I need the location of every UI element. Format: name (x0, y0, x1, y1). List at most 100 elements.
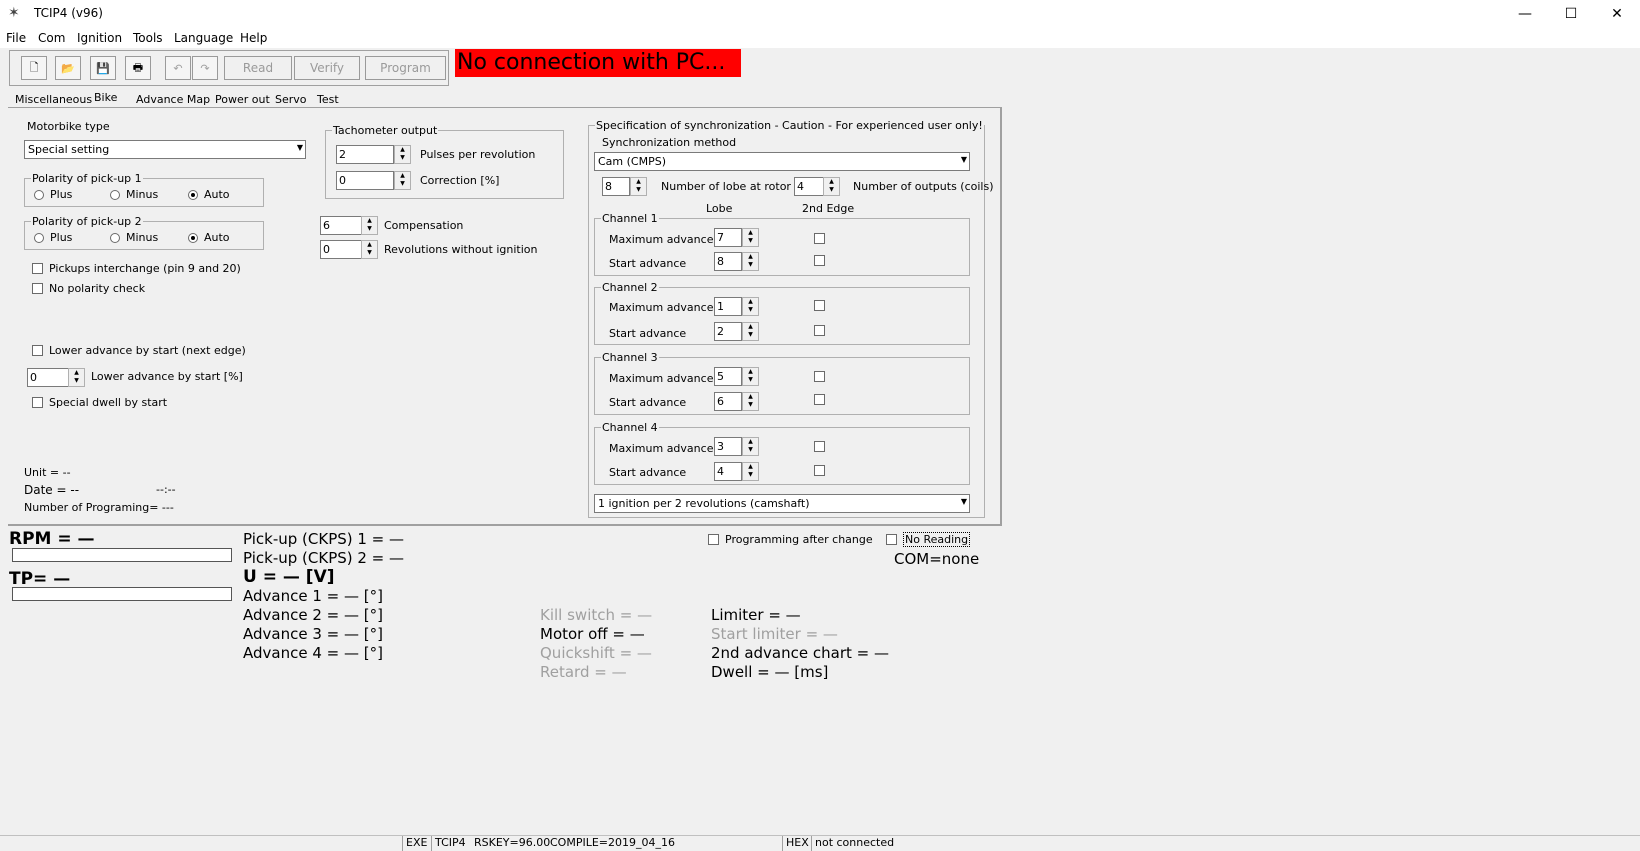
lower-advance-pct-label: Lower advance by start [%] (91, 370, 243, 383)
menu-ignition[interactable]: Ignition (77, 31, 122, 45)
channel-3-max-2nd-edge-checkbox[interactable] (814, 371, 825, 382)
no-polarity-check-checkbox[interactable] (32, 283, 43, 294)
channel-4-max-label: Maximum advance (609, 442, 714, 455)
voltage-readout: U = — [V] (243, 567, 335, 587)
lobe-column-header: Lobe (706, 202, 733, 215)
channel-4-max-2nd-edge-checkbox[interactable] (814, 441, 825, 452)
channel-1-start-label: Start advance (609, 257, 687, 270)
tab-servo[interactable]: Servo (275, 93, 307, 106)
channel-4-max-input[interactable]: 3 (714, 437, 742, 456)
sync-method-select[interactable]: Cam (CMPS) ▼ (594, 152, 970, 171)
special-dwell-checkbox[interactable] (32, 397, 43, 408)
polarity2-plus-radio[interactable] (34, 233, 44, 243)
channel-1-start-spinner[interactable]: ▲ ▼ (742, 252, 759, 271)
rpm-readout: RPM = — (9, 529, 95, 549)
pickups-interchange-checkbox[interactable] (32, 263, 43, 274)
channel-4-max-spinner[interactable]: ▲ ▼ (742, 437, 759, 456)
polarity2-auto-radio[interactable] (188, 233, 198, 243)
status-app-name: TCIP4 (431, 836, 471, 851)
tab-miscellaneous[interactable]: Miscellaneous (15, 93, 92, 106)
polarity1-minus-radio[interactable] (110, 190, 120, 200)
tp-bar (12, 587, 232, 601)
lower-advance-input[interactable]: 0 (27, 368, 69, 387)
tab-bike[interactable]: Bike (94, 91, 117, 104)
channel-2-max-spinner[interactable]: ▲ ▼ (742, 297, 759, 316)
tab-advance-map[interactable]: Advance Map (136, 93, 210, 106)
read-button[interactable]: Read (224, 56, 292, 80)
channel-3-max-input[interactable]: 5 (714, 367, 742, 386)
redo-icon[interactable]: ↷ (192, 56, 218, 80)
program-button[interactable]: Program (365, 56, 446, 80)
channel-3-max-spinner[interactable]: ▲ ▼ (742, 367, 759, 386)
no-reading-label: No Reading (903, 532, 971, 547)
print-icon[interactable]: 🖶 (125, 56, 151, 80)
channel-2-max-input[interactable]: 1 (714, 297, 742, 316)
channel-1-start-input[interactable]: 8 (714, 252, 742, 271)
advance-3-readout: Advance 3 = — [°] (243, 625, 383, 643)
new-icon[interactable]: 🗋 (21, 56, 47, 80)
advance-2-readout: Advance 2 = — [°] (243, 606, 383, 624)
compensation-spinner[interactable]: ▲ ▼ (361, 216, 378, 235)
channel-2-max-label: Maximum advance (609, 301, 714, 314)
maximize-button[interactable]: ☐ (1548, 0, 1594, 28)
close-button[interactable]: ✕ (1594, 0, 1640, 28)
channel-4-start-spinner[interactable]: ▲ ▼ (742, 462, 759, 481)
channel-3-start-spinner[interactable]: ▲ ▼ (742, 392, 759, 411)
no-reading-checkbox[interactable] (886, 534, 897, 545)
advance-1-readout: Advance 1 = — [°] (243, 587, 383, 605)
lobe-input[interactable]: 8 (602, 177, 630, 196)
outputs-label: Number of outputs (coils) (853, 180, 994, 193)
correction-spinner[interactable]: ▲ ▼ (394, 171, 411, 190)
menu-language[interactable]: Language (174, 31, 233, 45)
polarity2-minus-radio[interactable] (110, 233, 120, 243)
ignition-mode-select[interactable]: 1 ignition per 2 revolutions (camshaft) … (594, 494, 970, 513)
channel-4-start-input[interactable]: 4 (714, 462, 742, 481)
num-programing-label: Number of Programing= --- (24, 501, 174, 514)
tab-power-out[interactable]: Power out (215, 93, 270, 106)
menu-help[interactable]: Help (240, 31, 267, 45)
rev-without-input[interactable]: 0 (320, 240, 362, 259)
outputs-spinner[interactable]: ▲ ▼ (823, 177, 840, 196)
channel-4-start-2nd-edge-checkbox[interactable] (814, 465, 825, 476)
motor-off-readout: Motor off = — (540, 625, 645, 643)
chevron-down-icon: ▼ (960, 497, 967, 506)
menu-file[interactable]: File (6, 31, 26, 45)
lobe-spinner[interactable]: ▲ ▼ (630, 177, 647, 196)
channel-2-start-2nd-edge-checkbox[interactable] (814, 325, 825, 336)
open-icon[interactable]: 📂 (55, 56, 81, 80)
tab-test[interactable]: Test (317, 93, 339, 106)
motorbike-type-select[interactable]: Special setting ▼ (24, 140, 306, 159)
pulses-spinner[interactable]: ▲ ▼ (394, 145, 411, 164)
menu-tools[interactable]: Tools (133, 31, 163, 45)
channel-1-start-2nd-edge-checkbox[interactable] (814, 255, 825, 266)
channel-3-start-input[interactable]: 6 (714, 392, 742, 411)
lower-advance-next-edge-checkbox[interactable] (32, 345, 43, 356)
channel-2-start-spinner[interactable]: ▲ ▼ (742, 322, 759, 341)
polarity-pickup-1-group: Polarity of pick-up 1 Plus Minus Auto (24, 172, 264, 207)
polarity2-plus-label: Plus (50, 231, 73, 244)
polarity2-minus-label: Minus (126, 231, 159, 244)
lower-advance-spinner[interactable]: ▲ ▼ (68, 368, 85, 387)
channel-2-start-input[interactable]: 2 (714, 322, 742, 341)
verify-button[interactable]: Verify (294, 56, 360, 80)
programming-after-change-label: Programming after change (725, 533, 873, 546)
channel-1-max-2nd-edge-checkbox[interactable] (814, 233, 825, 244)
pulses-input[interactable]: 2 (336, 145, 394, 164)
programming-after-change-checkbox[interactable] (708, 534, 719, 545)
dwell-readout: Dwell = — [ms] (711, 663, 829, 681)
outputs-input[interactable]: 4 (794, 177, 824, 196)
channel-1-max-spinner[interactable]: ▲ ▼ (742, 228, 759, 247)
undo-icon[interactable]: ↶ (165, 56, 191, 80)
channel-1-max-input[interactable]: 7 (714, 228, 742, 247)
save-icon[interactable]: 💾 (90, 56, 116, 80)
minimize-button[interactable]: — (1502, 0, 1548, 28)
correction-input[interactable]: 0 (336, 171, 394, 190)
menu-com[interactable]: Com (38, 31, 65, 45)
polarity1-auto-radio[interactable] (188, 190, 198, 200)
channel-2-max-2nd-edge-checkbox[interactable] (814, 300, 825, 311)
polarity1-plus-radio[interactable] (34, 190, 44, 200)
pickup-1-readout: Pick-up (CKPS) 1 = — (243, 530, 405, 548)
compensation-input[interactable]: 6 (320, 216, 362, 235)
rev-without-spinner[interactable]: ▲ ▼ (361, 240, 378, 259)
channel-3-start-2nd-edge-checkbox[interactable] (814, 394, 825, 405)
